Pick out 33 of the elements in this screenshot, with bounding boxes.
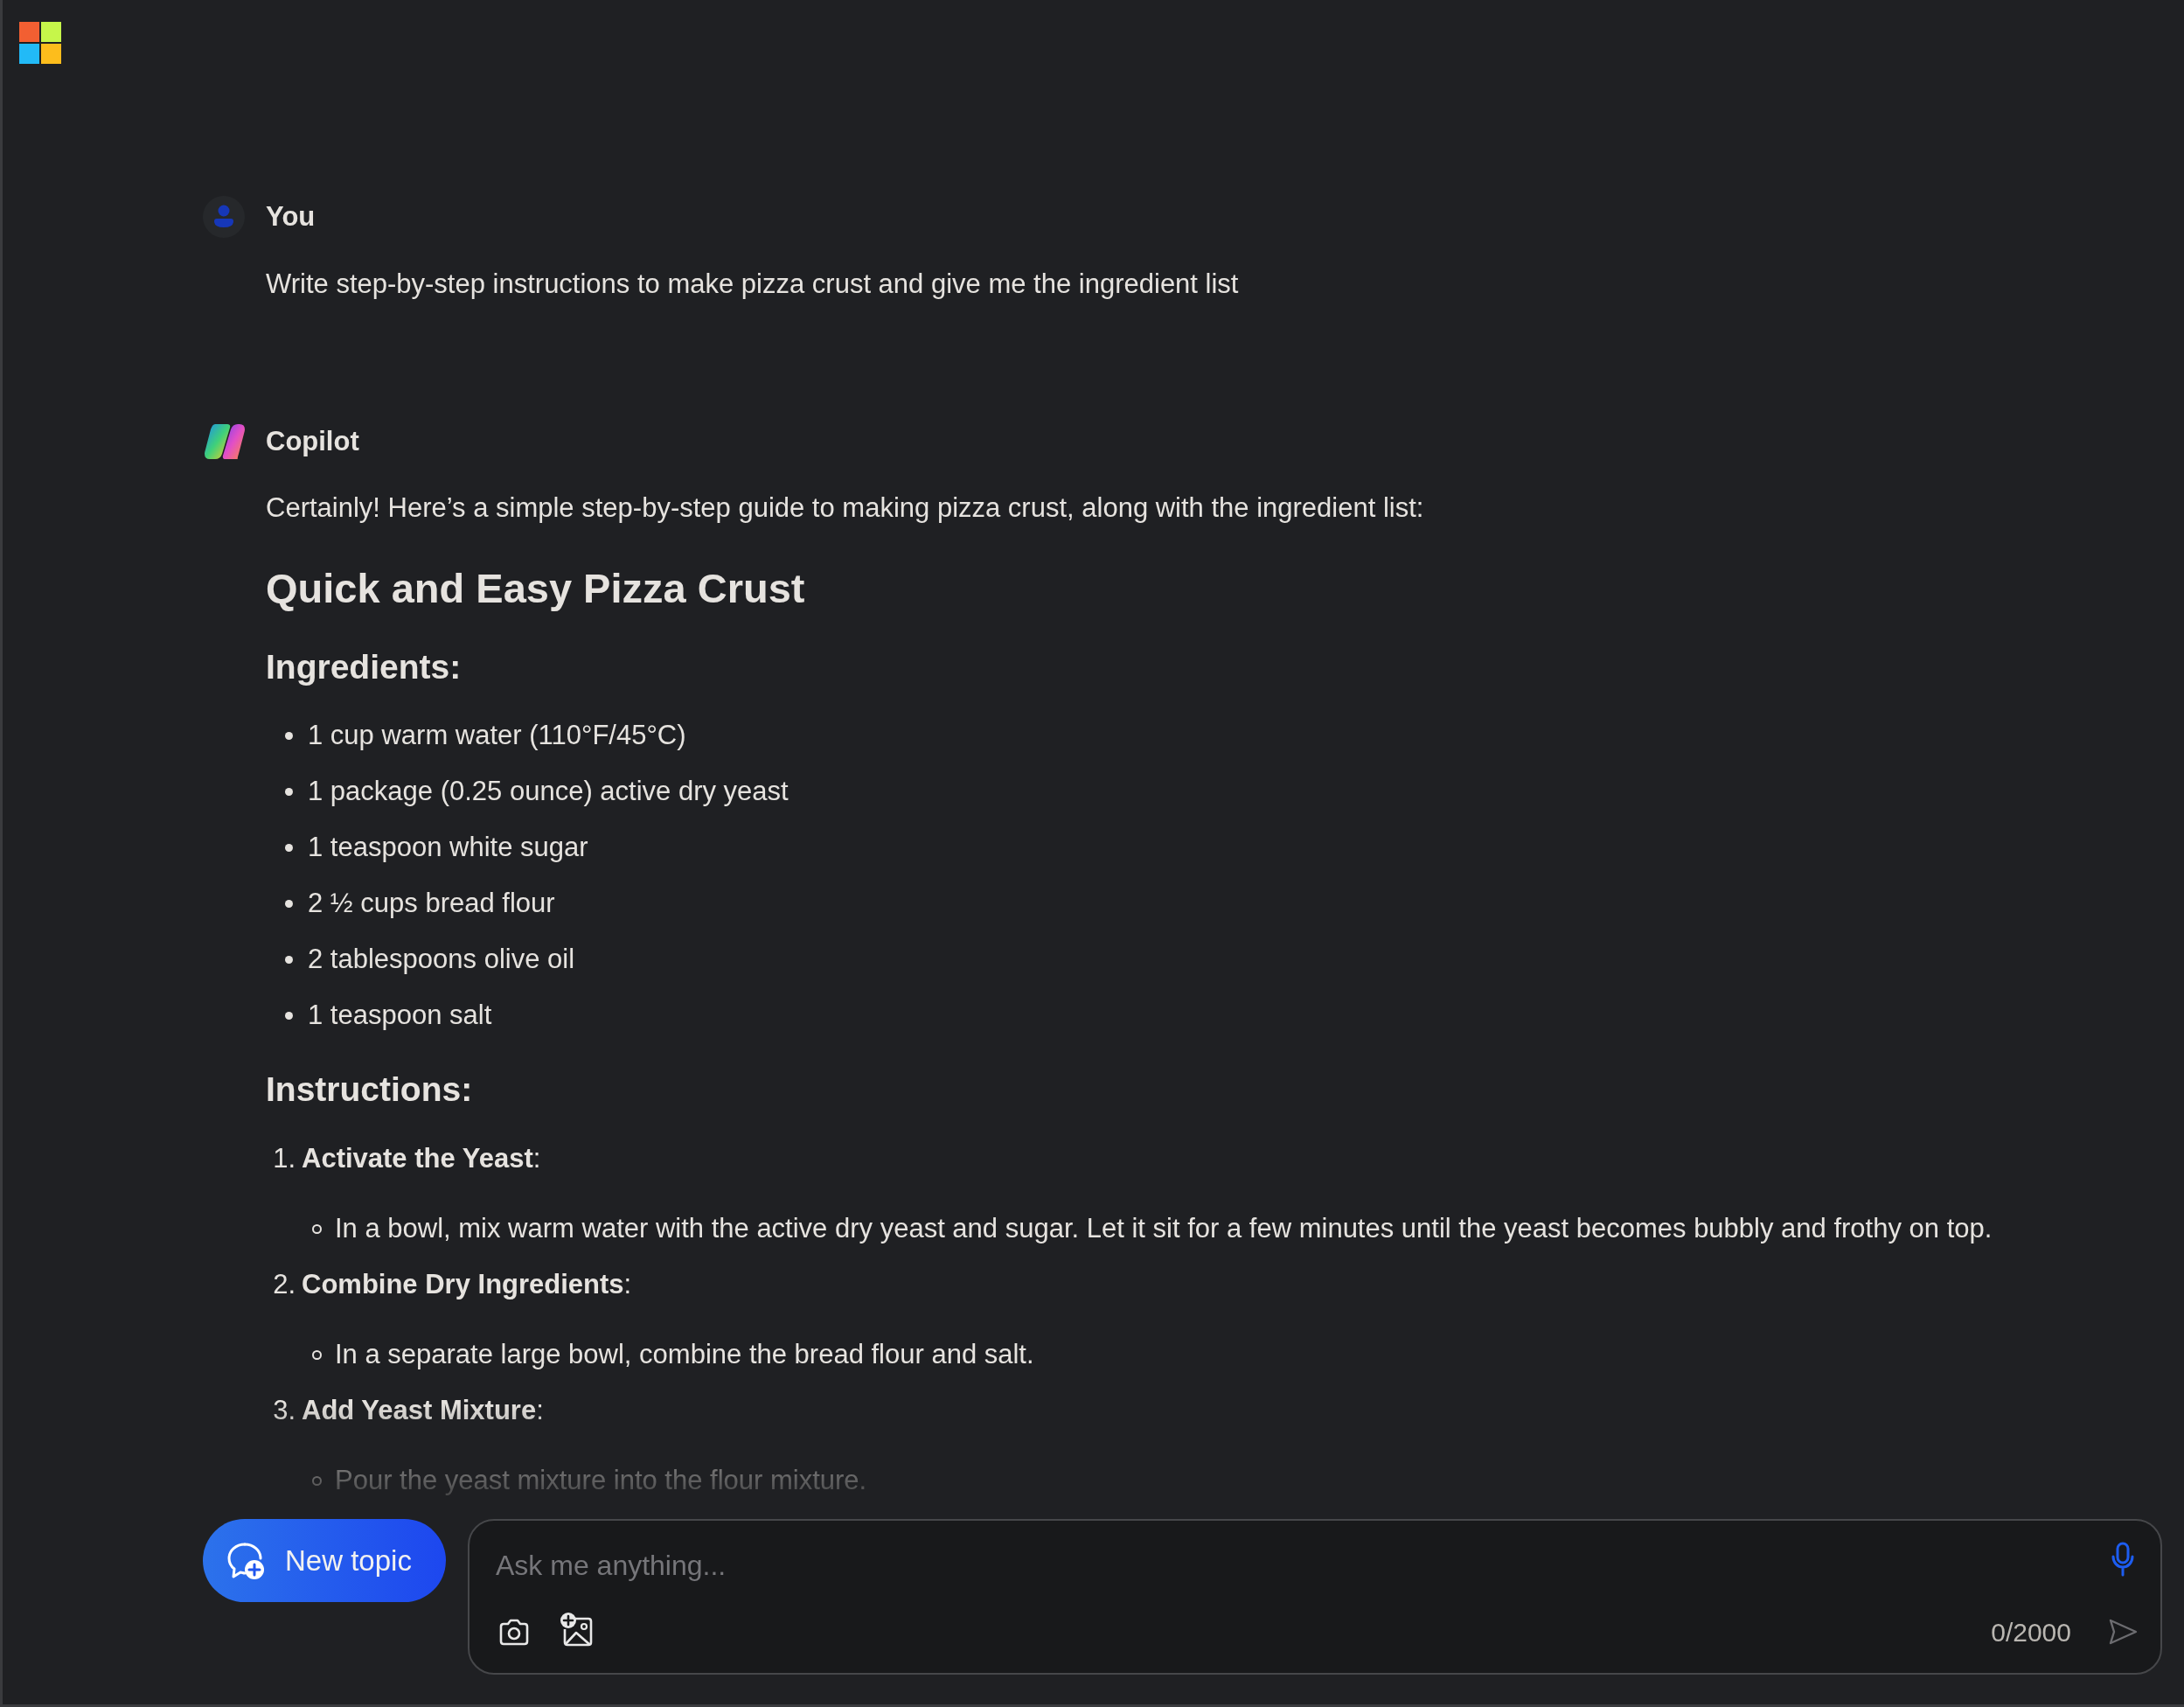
step-number: 2.	[272, 1268, 296, 1301]
step-title: Add Yeast Mixture:	[302, 1394, 544, 1427]
list-item-text: 1 teaspoon white sugar	[308, 831, 588, 864]
camera-icon[interactable]	[498, 1619, 530, 1647]
step-number: 1.	[272, 1142, 296, 1175]
section-heading: Instructions:	[266, 1069, 474, 1110]
step-detail-text: In a bowl, mix warm water with the active dry yeast and sugar. Let it sit for a few minutes until the yeast becomes bubbly and frothy on top.	[335, 1212, 1993, 1245]
response-heading: Quick and Easy Pizza Crust	[266, 564, 806, 613]
list-item-text: 1 package (0.25 ounce) active dry yeast	[308, 775, 789, 808]
character-counter: 0/2000	[1991, 1617, 2071, 1648]
list-item-text: 1 cup warm water (110°F/45°C)	[308, 719, 686, 752]
step-detail-text: Pour the yeast mixture into the flour mixture.	[335, 1464, 867, 1497]
logo-icon	[19, 22, 61, 64]
author-name: Copilot	[266, 425, 359, 458]
step-title: Combine Dry Ingredients:	[302, 1268, 632, 1301]
section-heading: Ingredients:	[266, 647, 463, 687]
message-text: Write step-by-step instructions to make pizza crust and give me the ingredient list	[266, 268, 1240, 301]
step-detail-text: In a separate large bowl, combine the bread flour and salt.	[335, 1338, 1034, 1371]
new-topic-button[interactable]: New topic	[203, 1519, 446, 1602]
step-title: Activate the Yeast:	[302, 1142, 541, 1175]
list-item-text: 2 ½ cups bread flour	[308, 887, 555, 920]
copilot-logo-icon	[203, 422, 245, 461]
user-avatar-icon	[203, 196, 245, 238]
microphone-icon[interactable]	[2111, 1542, 2134, 1577]
list-item-text: 2 tablespoons olive oil	[308, 943, 575, 976]
message-text: Certainly! Here’s a simple step-by-step guide to making pizza crust, along with the ingredient list:	[266, 491, 1425, 525]
step-number: 3.	[272, 1394, 296, 1427]
list-item-text: 1 teaspoon salt	[308, 999, 492, 1032]
author-name: You	[266, 200, 316, 233]
add-image-icon[interactable]	[560, 1612, 593, 1647]
message-field[interactable]: Ask me anything... 0/2000	[468, 1519, 2162, 1675]
message-input[interactable]: Ask me anything...	[496, 1543, 2082, 1587]
send-icon[interactable]	[2108, 1618, 2138, 1646]
